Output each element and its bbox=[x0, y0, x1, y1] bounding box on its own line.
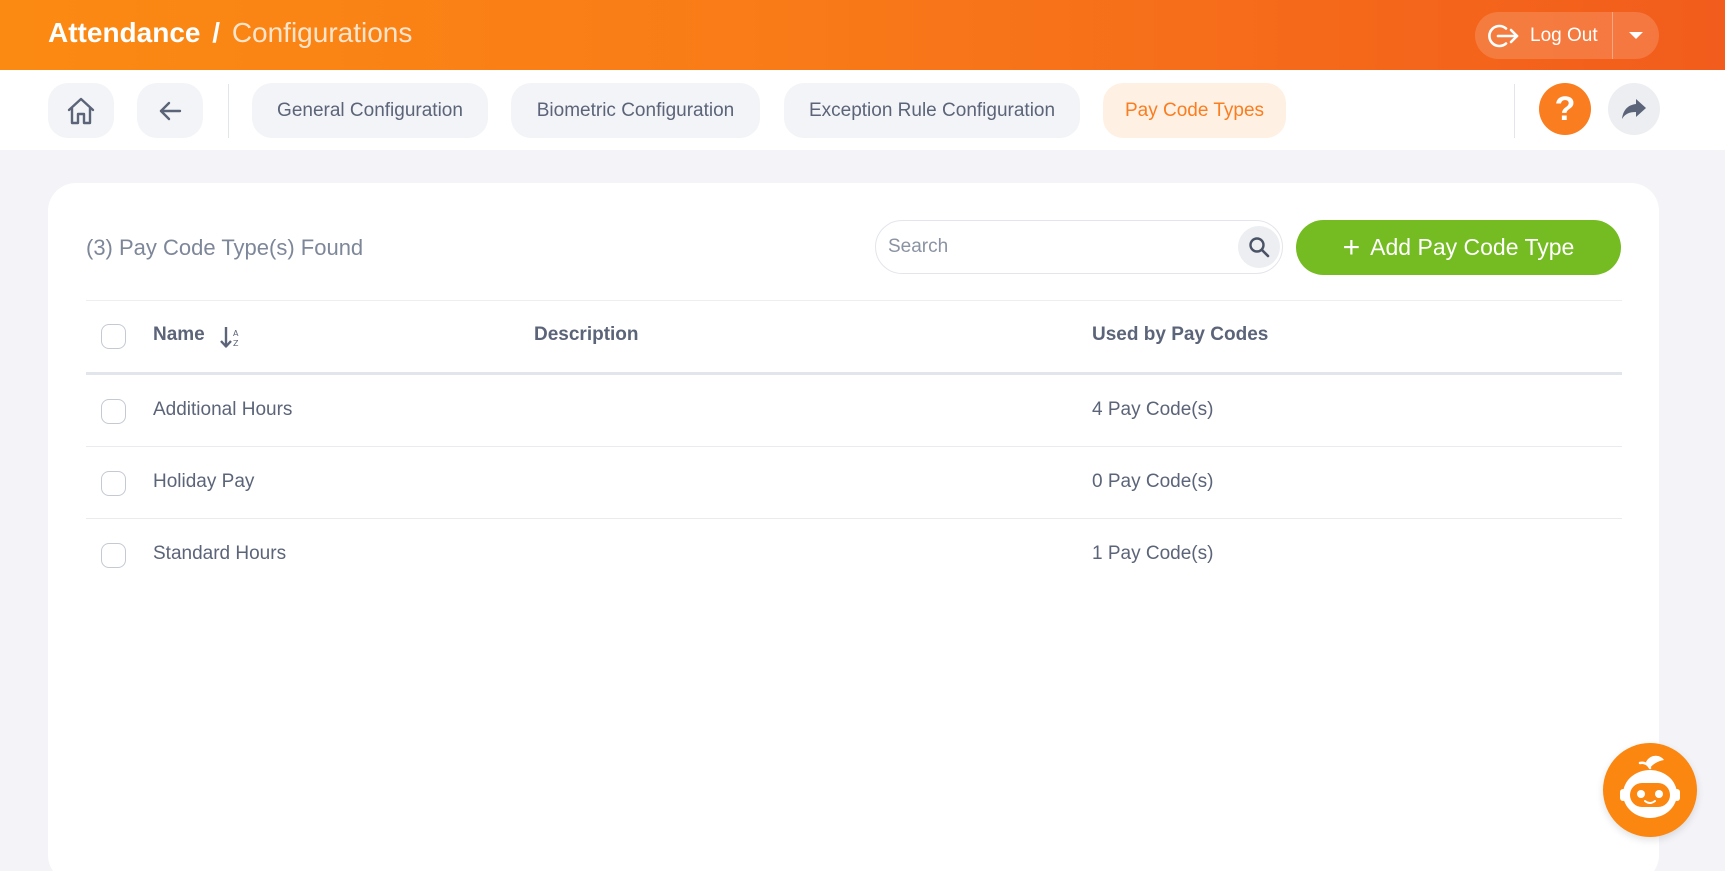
chevron-down-icon bbox=[1629, 32, 1643, 39]
back-button[interactable] bbox=[137, 83, 203, 138]
title-separator: / bbox=[212, 17, 221, 48]
row-checkbox[interactable] bbox=[101, 471, 126, 496]
sort-az-icon[interactable]: A Z bbox=[220, 325, 242, 349]
table-row[interactable]: Holiday Pay 0 Pay Code(s) bbox=[86, 447, 1622, 519]
column-header-name-label: Name bbox=[153, 324, 205, 345]
row-used-by: 0 Pay Code(s) bbox=[1092, 471, 1214, 492]
title-module: Attendance bbox=[48, 17, 201, 48]
search-box bbox=[875, 220, 1283, 274]
results-count: (3) Pay Code Type(s) Found bbox=[86, 235, 364, 260]
column-header-description[interactable]: Description bbox=[534, 324, 639, 346]
row-name: Additional Hours bbox=[153, 399, 293, 420]
nav-divider bbox=[228, 84, 229, 138]
table-row[interactable]: Standard Hours 1 Pay Code(s) bbox=[86, 519, 1622, 591]
svg-text:Z: Z bbox=[233, 339, 239, 348]
page-title: Attendance / Configurations bbox=[48, 17, 412, 49]
logout-group: Log Out bbox=[1475, 12, 1659, 59]
logout-button[interactable]: Log Out bbox=[1475, 12, 1612, 59]
table-top-border bbox=[86, 300, 1622, 301]
tab-pay-code-types[interactable]: Pay Code Types bbox=[1103, 83, 1286, 138]
share-icon bbox=[1622, 99, 1646, 119]
title-section: Configurations bbox=[231, 17, 413, 48]
share-button[interactable] bbox=[1608, 83, 1660, 135]
nav-divider-right bbox=[1514, 84, 1515, 138]
user-menu-toggle[interactable] bbox=[1613, 12, 1659, 59]
column-header-name[interactable]: Name bbox=[153, 324, 205, 346]
row-checkbox[interactable] bbox=[101, 543, 126, 568]
chatbot-icon bbox=[1620, 755, 1680, 818]
row-used-by: 1 Pay Code(s) bbox=[1092, 543, 1214, 564]
svg-text:A: A bbox=[233, 329, 239, 338]
table-row[interactable]: Additional Hours 4 Pay Code(s) bbox=[86, 375, 1622, 447]
logout-icon bbox=[1488, 24, 1519, 47]
column-header-used-by[interactable]: Used by Pay Codes bbox=[1092, 324, 1268, 346]
tab-exception-rule-configuration[interactable]: Exception Rule Configuration bbox=[784, 83, 1080, 138]
config-nav-bar: General Configuration Biometric Configur… bbox=[0, 70, 1725, 150]
row-name: Holiday Pay bbox=[153, 471, 255, 492]
select-all-checkbox[interactable] bbox=[101, 324, 126, 349]
row-checkbox[interactable] bbox=[101, 399, 126, 424]
top-header: Attendance / Configurations Log Out bbox=[0, 0, 1725, 70]
home-button[interactable] bbox=[48, 83, 114, 138]
search-button[interactable] bbox=[1238, 226, 1280, 268]
home-icon bbox=[67, 97, 95, 124]
chatbot-button[interactable] bbox=[1603, 743, 1697, 837]
help-button[interactable]: ? bbox=[1539, 83, 1591, 135]
back-arrow-icon bbox=[159, 101, 182, 120]
plus-icon: + bbox=[1342, 230, 1361, 264]
logout-label: Log Out bbox=[1530, 24, 1598, 46]
search-input[interactable] bbox=[888, 229, 1218, 265]
add-button-label: Add Pay Code Type bbox=[1370, 234, 1575, 260]
content-card: (3) Pay Code Type(s) Found + Add Pay Cod… bbox=[48, 183, 1659, 871]
tab-biometric-configuration[interactable]: Biometric Configuration bbox=[511, 83, 760, 138]
tab-general-configuration[interactable]: General Configuration bbox=[252, 83, 488, 138]
row-used-by: 4 Pay Code(s) bbox=[1092, 399, 1214, 420]
add-pay-code-type-button[interactable]: + Add Pay Code Type bbox=[1296, 220, 1621, 275]
help-icon: ? bbox=[1554, 89, 1576, 128]
search-icon bbox=[1249, 237, 1270, 258]
row-name: Standard Hours bbox=[153, 543, 287, 564]
